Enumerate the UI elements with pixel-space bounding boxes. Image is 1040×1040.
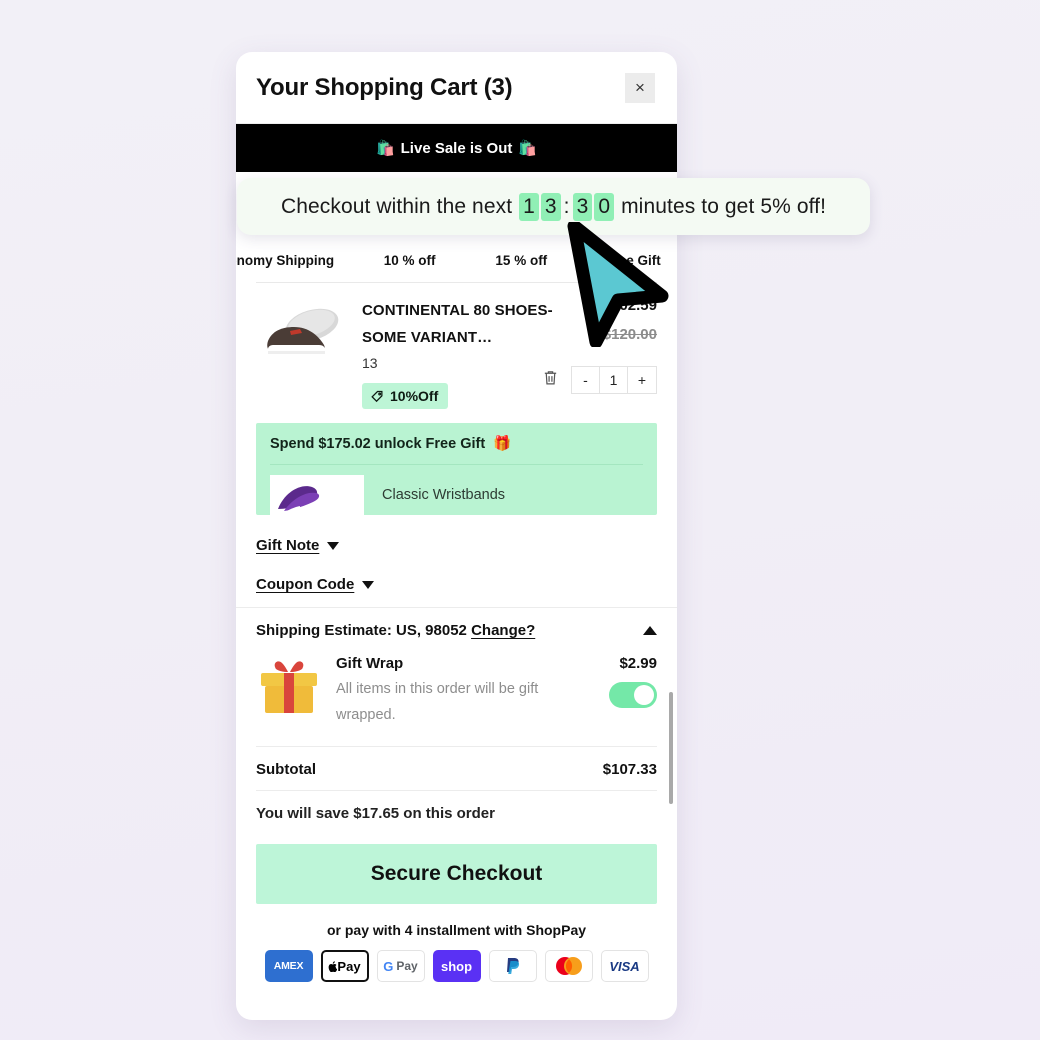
close-icon[interactable]: × xyxy=(625,73,655,103)
accordion-group: Gift Note Coupon Code xyxy=(236,515,677,603)
gift-wrap-title: Gift Wrap xyxy=(336,655,404,672)
gift-wrap-price: $2.99 xyxy=(619,655,657,672)
accordion-coupon-code[interactable]: Coupon Code xyxy=(256,564,657,603)
live-sale-banner: 🛍️ Live Sale is Out 🛍️ xyxy=(236,124,677,172)
price-current: $102.59 xyxy=(602,297,657,314)
gift-box-icon xyxy=(261,661,317,713)
quantity-increment-button[interactable]: + xyxy=(628,367,656,393)
shipping-estimate-text: Shipping Estimate: US, 98052 Change? xyxy=(256,622,643,639)
countdown-colon: : xyxy=(563,194,570,218)
quantity-stepper: - 1 + xyxy=(571,366,657,394)
product-option: 13 xyxy=(362,355,378,371)
wristband-image xyxy=(270,475,364,515)
quantity-decrement-button[interactable]: - xyxy=(572,367,600,393)
savings-row: You will save $17.65 on this order xyxy=(256,790,657,822)
gift-icon: 🎁 xyxy=(493,436,512,452)
discount-badge-label: 10%Off xyxy=(390,388,439,404)
accordion-coupon-code-label: Coupon Code xyxy=(256,576,355,593)
countdown-digit-2: 3 xyxy=(540,192,561,221)
milestone-label-0: Economy Shipping xyxy=(236,253,335,268)
countdown-prefix: Checkout within the next xyxy=(280,194,513,218)
free-gift-thumbnail xyxy=(270,475,364,515)
installment-text: or pay with 4 installment with ShopPay xyxy=(326,922,587,938)
free-gift-item-name: Classic Wristbands xyxy=(382,487,506,503)
cart-header: Your Shopping Cart (3) × xyxy=(236,52,677,124)
countdown-digit-4: 0 xyxy=(594,192,615,221)
product-name[interactable]: CONTINENTAL 80 SHOES- xyxy=(362,297,557,324)
chevron-up-icon[interactable] xyxy=(643,626,657,635)
tag-icon xyxy=(371,390,383,402)
milestone-label-2: 15 % off xyxy=(495,253,548,268)
subtotal-value: $107.33 xyxy=(602,761,657,778)
sneaker-image xyxy=(256,297,350,375)
shipping-change-link[interactable]: Change? xyxy=(471,622,535,639)
mastercard-logo-icon xyxy=(555,957,582,975)
shopping-bag-icon-left: 🛍️ xyxy=(375,140,395,157)
scrollbar[interactable] xyxy=(669,692,673,804)
product-variant[interactable]: SOME VARIANT… xyxy=(362,324,557,351)
page-title: Your Shopping Cart (3) xyxy=(256,73,513,101)
cart-line-item: CONTINENTAL 80 SHOES- SOME VARIANT… 13 1… xyxy=(236,283,677,409)
free-gift-heading-text: Spend $175.02 unlock Free Gift xyxy=(270,436,486,452)
mastercard-icon[interactable] xyxy=(544,950,593,982)
milestone-labels: Economy Shipping 10 % off 15 % off Free … xyxy=(236,253,661,268)
paypal-icon[interactable] xyxy=(488,950,537,982)
accordion-gift-note[interactable]: Gift Note xyxy=(256,525,657,564)
apple-pay-icon[interactable]: Pay xyxy=(320,950,369,982)
toggle-knob xyxy=(634,685,654,705)
paypal-logo-icon xyxy=(506,957,519,974)
gift-wrap-icon xyxy=(256,655,322,722)
gift-wrap-text: Gift Wrap All items in this order will b… xyxy=(336,655,583,728)
shipping-estimate-label: Shipping Estimate: US, 98052 xyxy=(256,622,467,639)
google-g-icon: G xyxy=(383,958,394,974)
product-details: CONTINENTAL 80 SHOES- SOME VARIANT… 13 1… xyxy=(362,297,557,409)
countdown-digit-3: 3 xyxy=(572,192,593,221)
cart-scroll-body: Congrats on 10% Off. Spend $25.02 to get… xyxy=(236,172,677,1020)
quantity-controls: - 1 + xyxy=(544,366,657,394)
google-pay-label: Pay xyxy=(396,959,418,973)
google-pay-icon[interactable]: G Pay xyxy=(376,950,425,982)
countdown-suffix: minutes to get 5% off! xyxy=(621,194,827,218)
milestone-label-1: 10 % off xyxy=(383,253,436,268)
shop-pay-icon[interactable]: shop xyxy=(432,950,481,982)
amex-icon[interactable]: AMEX xyxy=(264,950,313,982)
status-badge: 10%Off xyxy=(362,383,449,409)
apple-logo-icon xyxy=(329,960,338,972)
subtotal-label: Subtotal xyxy=(256,761,316,778)
quantity-value[interactable]: 1 xyxy=(600,367,628,393)
countdown-digit-1: 1 xyxy=(519,192,539,221)
payment-methods: AMEX Pay G Pay shop VISA xyxy=(236,950,677,982)
gift-wrap-toggle[interactable] xyxy=(609,682,657,708)
countdown-tooltip: Checkout within the next 13:30 minutes t… xyxy=(237,178,870,235)
free-gift-heading: Spend $175.02 unlock Free Gift 🎁 xyxy=(270,435,643,452)
visa-icon[interactable]: VISA xyxy=(600,950,649,982)
gift-wrap-row: Gift Wrap All items in this order will b… xyxy=(236,639,677,728)
delete-icon[interactable] xyxy=(542,368,559,392)
trash-icon xyxy=(544,371,557,385)
shipping-estimate-row[interactable]: Shipping Estimate: US, 98052 Change? xyxy=(236,607,677,639)
chevron-down-icon xyxy=(327,541,340,550)
shopping-bag-icon-right: 🛍️ xyxy=(518,140,538,157)
gift-wrap-description: All items in this order will be gift wra… xyxy=(336,681,539,723)
product-pricing: $102.59 $120.00 - 1 + xyxy=(544,297,657,409)
subtotal-row: Subtotal $107.33 xyxy=(256,746,657,778)
gift-wrap-right: $2.99 xyxy=(597,655,657,708)
accordion-gift-note-label: Gift Note xyxy=(256,537,320,554)
milestone-label-3: Free Gift xyxy=(605,253,661,268)
live-sale-label: Live Sale is Out xyxy=(400,139,513,157)
price-original: $120.00 xyxy=(602,326,657,343)
free-gift-block: Spend $175.02 unlock Free Gift 🎁 Classic… xyxy=(256,423,657,515)
secure-checkout-button[interactable]: Secure Checkout xyxy=(256,844,657,904)
chevron-down-icon xyxy=(362,580,375,589)
product-thumbnail[interactable] xyxy=(256,297,350,375)
free-gift-item[interactable]: Classic Wristbands xyxy=(270,464,643,515)
apple-pay-label: Pay xyxy=(337,958,361,974)
